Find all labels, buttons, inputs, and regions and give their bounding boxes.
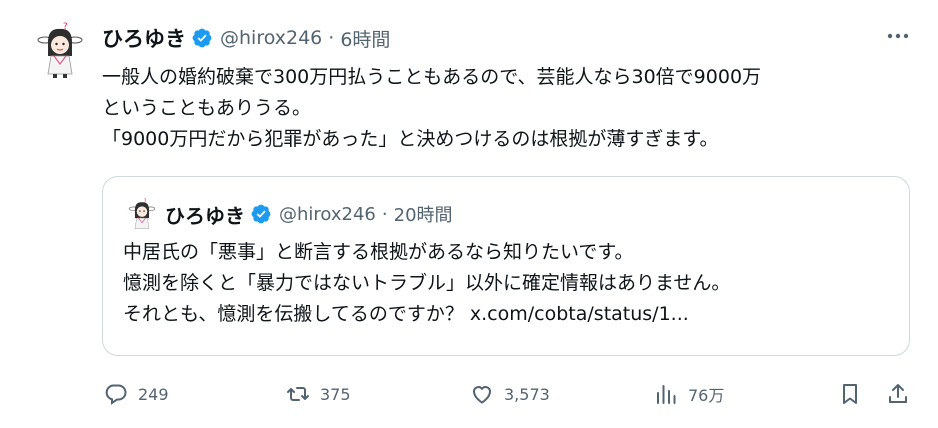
quoted-author-name: ひろゆき [165, 203, 245, 228]
tweet-line: ということもありうる。 [102, 97, 312, 119]
separator-dot: · [381, 203, 388, 225]
tweet-header: ひろゆき @hirox246 · 6時間 [102, 24, 390, 52]
author-handle[interactable]: @hirox246 [220, 27, 322, 49]
heart-icon [472, 386, 492, 404]
quoted-timestamp: 20時間 [393, 205, 453, 226]
tweet-line: 一般人の婚約破棄で300万円払うこともあるので、芸能人なら30倍で9000万 [102, 66, 762, 88]
action-bar: 249 375 3,573 76万 [0, 374, 938, 414]
tweet-line: 「9000万円だから犯罪があった」と決めつけるのは根拠が薄すぎます。 [102, 128, 719, 150]
separator-dot: · [328, 27, 335, 49]
views-count: 76万 [688, 386, 725, 405]
views-button[interactable]: 76万 [654, 374, 724, 414]
verified-badge-icon [192, 28, 212, 48]
avatar[interactable]: ? [36, 20, 84, 78]
retweet-icon [287, 387, 309, 401]
quoted-line: 中居氏の「悪事」と断言する根拠があるなら知りたいです。 [123, 241, 634, 263]
timestamp[interactable]: 6時間 [340, 25, 390, 52]
quoted-line: それとも、憶測を伝搬してるのですか？ x.com/cobta/status/1.… [123, 303, 689, 325]
reply-icon [105, 384, 127, 405]
reply-button[interactable]: 249 [104, 374, 169, 414]
like-button[interactable]: 3,573 [470, 374, 550, 414]
retweet-button[interactable]: 375 [286, 374, 351, 414]
quoted-header: ひろゆき @hirox246 · 20時間 [165, 201, 453, 228]
author-name[interactable]: ひろゆき [102, 23, 186, 53]
quoted-line: 憶測を除くと「暴力ではないトラブル」以外に確定情報はありません。 [123, 272, 731, 294]
tweet-text: 一般人の婚約破棄で300万円払うこともあるので、芸能人なら30倍で9000万 と… [102, 62, 922, 155]
bookmark-icon[interactable] [838, 382, 862, 406]
verified-badge-icon [251, 204, 271, 224]
reply-count: 249 [138, 384, 169, 404]
retweet-count: 375 [320, 384, 351, 404]
share-icon[interactable] [886, 382, 910, 406]
quoted-tweet-card[interactable]: ? ひろゆき @hirox246 · 20時間 中居氏の「悪事」と断言する根拠が… [102, 176, 910, 356]
more-horizontal-icon[interactable] [884, 26, 912, 46]
like-count: 3,573 [504, 384, 550, 404]
quoted-handle: @hirox246 [279, 203, 376, 225]
quoted-text: 中居氏の「悪事」と断言する根拠があるなら知りたいです。 憶測を除くと「暴力ではな… [123, 237, 903, 330]
quoted-avatar: ? [127, 197, 157, 231]
views-chart-icon [657, 385, 676, 404]
